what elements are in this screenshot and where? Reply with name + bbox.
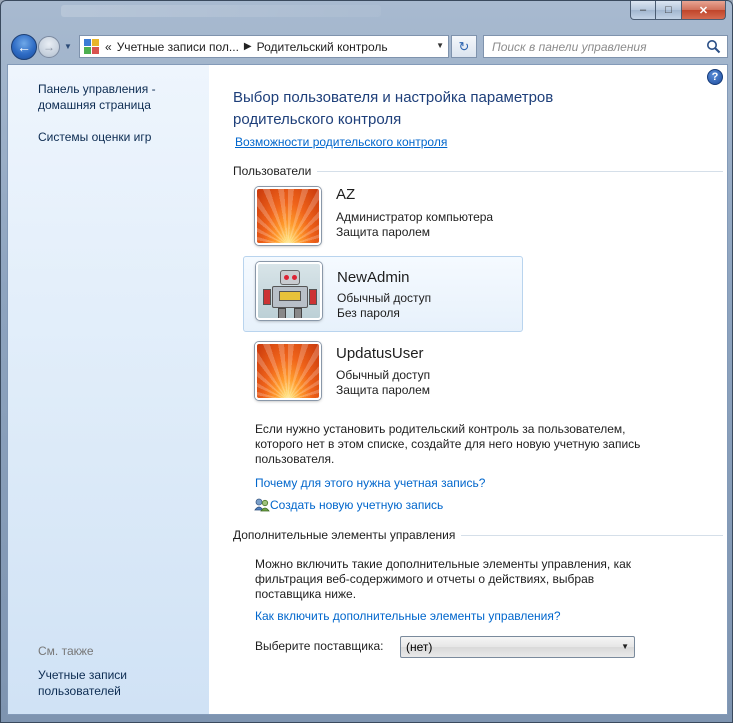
search-placeholder: Поиск в панели управления (492, 39, 647, 54)
user-tile-az[interactable]: AZ Администратор компьютера Защита парол… (243, 182, 523, 258)
search-icon[interactable] (706, 39, 721, 54)
breadcrumb-overflow[interactable]: « (105, 40, 112, 54)
sidebar-see-also-header: См. также (38, 644, 94, 658)
help-icon[interactable]: ? (707, 69, 723, 85)
provider-label: Выберите поставщика: (255, 639, 384, 653)
search-input[interactable]: Поиск в панели управления (483, 35, 728, 58)
refresh-button[interactable]: ↻ (451, 35, 477, 58)
user-password-status: Защита паролем (336, 383, 431, 397)
users-group-header: Пользователи (233, 164, 723, 178)
create-account-link[interactable]: Создать новую учетную запись (270, 498, 443, 512)
user-name: NewAdmin (337, 269, 410, 286)
users-group-divider (317, 170, 723, 172)
page-title: Выбор пользователя и настройка параметро… (233, 89, 554, 128)
user-avatar-robot-icon (256, 262, 322, 320)
how-enable-extra-controls-link[interactable]: Как включить дополнительные элементы упр… (255, 609, 561, 623)
chevron-down-icon: ▼ (621, 642, 629, 651)
user-password-status: Защита паролем (336, 225, 431, 239)
user-avatar-flower-icon (255, 342, 321, 400)
forward-button[interactable]: → (38, 36, 60, 58)
users-group-title: Пользователи (233, 164, 312, 178)
extra-controls-group-divider (461, 534, 723, 536)
title-bar-glass (61, 5, 381, 17)
user-tile-newadmin[interactable]: NewAdmin Обычный доступ Без пароля (243, 256, 523, 332)
recent-pages-dropdown-icon[interactable]: ▼ (64, 42, 72, 51)
client-area: Панель управления - домашняя страница Си… (7, 64, 728, 715)
provider-select[interactable]: (нет) ▼ (400, 636, 635, 658)
breadcrumb-user-accounts[interactable]: Учетные записи пол... (117, 40, 239, 54)
extra-controls-group-header: Дополнительные элементы управления (233, 528, 723, 542)
control-panel-icon (84, 38, 100, 55)
main-content: ? Выбор пользователя и настройка парамет… (209, 65, 727, 714)
minimize-button[interactable]: – (630, 1, 656, 20)
navigation-bar: ← → ▼ « Учетные записи пол... ▶ Родитель… (7, 33, 728, 61)
why-account-needed-link[interactable]: Почему для этого нужна учетная запись? (255, 476, 485, 490)
user-name: AZ (336, 186, 356, 203)
user-avatar-flower-icon (255, 187, 321, 245)
user-tile-updatususer[interactable]: UpdatusUser Обычный доступ Защита пароле… (243, 337, 523, 413)
title-bar[interactable]: – □ ✕ (1, 1, 732, 31)
sidebar-control-panel-home-link[interactable]: Панель управления - домашняя страница (38, 81, 156, 113)
sidebar-user-accounts-link[interactable]: Учетные записи пользователей (38, 667, 127, 699)
back-button[interactable]: ← (11, 34, 37, 60)
maximize-button[interactable]: □ (656, 1, 682, 20)
close-button[interactable]: ✕ (682, 1, 726, 20)
parental-controls-features-link[interactable]: Возможности родительского контроля (235, 135, 447, 149)
address-dropdown-icon[interactable]: ▼ (436, 41, 444, 50)
window-frame: – □ ✕ ← → ▼ « Учетные записи пол... ▶ Ро… (0, 0, 733, 723)
extra-controls-info-text: Можно включить такие дополнительные элем… (255, 557, 632, 601)
create-account-users-icon[interactable] (254, 497, 270, 513)
sidebar: Панель управления - домашняя страница Си… (8, 65, 209, 714)
user-password-status: Без пароля (337, 306, 400, 320)
user-name: UpdatusUser (336, 345, 424, 362)
extra-controls-group-title: Дополнительные элементы управления (233, 528, 456, 542)
caption-buttons: – □ ✕ (630, 1, 726, 20)
breadcrumb-separator-icon[interactable]: ▶ (244, 41, 252, 52)
missing-user-info-text: Если нужно установить родительский контр… (255, 422, 641, 466)
user-account-type: Администратор компьютера (336, 210, 494, 224)
user-account-type: Обычный доступ (336, 368, 431, 382)
breadcrumb-parental-controls[interactable]: Родительский контроль (257, 40, 388, 54)
address-bar[interactable]: « Учетные записи пол... ▶ Родительский к… (79, 35, 449, 58)
provider-selected-value: (нет) (406, 640, 433, 654)
sidebar-game-ratings-link[interactable]: Системы оценки игр (38, 129, 151, 145)
user-account-type: Обычный доступ (337, 291, 432, 305)
